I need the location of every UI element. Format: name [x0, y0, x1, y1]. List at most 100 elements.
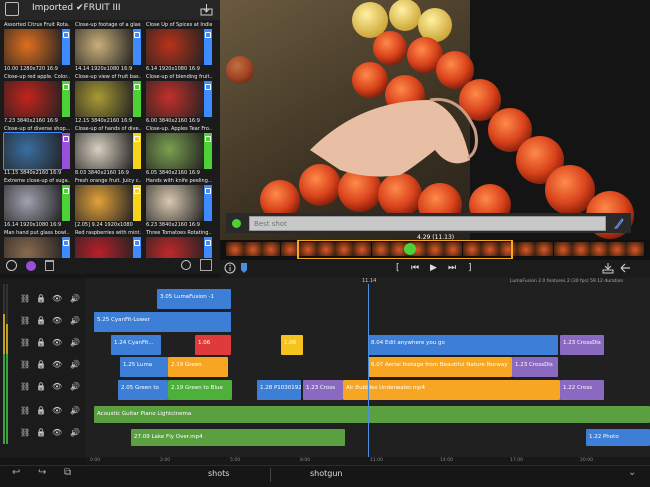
library-clip-tile[interactable]: Close Up of Spices at Indian... 6.14 1920…	[146, 22, 212, 74]
redo-icon[interactable]: ↪	[38, 467, 46, 478]
lock-icon[interactable]: 🔒	[36, 406, 46, 415]
timeline-clip[interactable]: 1.24 CyanFit...	[111, 335, 161, 355]
playhead[interactable]	[368, 284, 369, 458]
clip-title: Close-up of blending fruit...	[146, 74, 212, 80]
timeline-clip[interactable]: 1.23 CrossDis	[560, 335, 604, 355]
timeline-clip[interactable]: 5.25 CyanFit-Lower	[94, 312, 231, 332]
skip-back-button[interactable]: ⏮	[411, 262, 419, 274]
prev-frame-button[interactable]: [	[396, 262, 400, 274]
skip-forward-button[interactable]: ⏭	[448, 262, 456, 274]
used-marker-icon	[63, 136, 69, 142]
info-icon[interactable]	[224, 262, 236, 274]
timeline-clip[interactable]: Acoustic Guitar Piano Lightcinema	[94, 406, 650, 423]
lock-icon[interactable]: 🔒	[36, 428, 46, 437]
library-clip-tile[interactable]: Red raspberries with mint...	[75, 230, 141, 282]
speaker-icon[interactable]: 🔊	[70, 406, 80, 415]
timeline-clip[interactable]: 27.09 Lake Fly Over.mp4	[131, 429, 345, 446]
search-icon[interactable]	[181, 260, 191, 270]
eye-icon[interactable]: 👁	[52, 316, 62, 325]
eye-icon[interactable]: 👁	[52, 428, 62, 437]
speaker-icon[interactable]: 🔊	[70, 294, 80, 303]
link-icon[interactable]: ⛓	[20, 428, 30, 437]
export-icon[interactable]	[602, 262, 614, 274]
undo-icon[interactable]	[619, 262, 631, 274]
timeline-clip[interactable]: 1.22 Cross	[560, 380, 604, 400]
library-clip-tile[interactable]: Hands with knife peeling... 6.23 3840x216…	[146, 178, 212, 230]
speaker-icon[interactable]: 🔊	[70, 360, 80, 369]
eye-icon[interactable]: 👁	[52, 294, 62, 303]
lock-icon[interactable]: 🔒	[36, 294, 46, 303]
filmstrip-playhead-icon[interactable]	[404, 243, 416, 255]
library-clip-tile[interactable]: Close-up red apple. Color... 7.23 3840x21…	[4, 74, 70, 126]
timeline-clip[interactable]: 1.25 Luma	[120, 357, 168, 377]
timeline-clip[interactable]: 3.05 LumaFusion -1	[157, 289, 231, 309]
marker-icon[interactable]	[240, 262, 248, 274]
eye-icon[interactable]: 👁	[52, 382, 62, 391]
timeline-clip[interactable]: 2.05 Green to	[118, 380, 168, 400]
timeline-clip[interactable]: 8.04 Edit anywhere you go	[368, 335, 558, 355]
eye-icon[interactable]: 👁	[52, 338, 62, 347]
eye-icon[interactable]: 👁	[52, 360, 62, 369]
tab-shotgun[interactable]: shotgun	[310, 469, 343, 478]
link-icon[interactable]: ⛓	[20, 360, 30, 369]
timeline-clip[interactable]: 2.19 Green to Blue	[168, 380, 232, 400]
link-icon[interactable]: ⛓	[20, 316, 30, 325]
clip-title: Hands with knife peeling...	[146, 178, 212, 184]
color-label-icon[interactable]	[232, 219, 241, 228]
library-clip-tile[interactable]: Three Tomatoes Rotating...	[146, 230, 212, 282]
lumafusion-app: Imported ✔FRUIT III Assorted Citrus Frui…	[0, 0, 650, 487]
speaker-icon[interactable]: 🔊	[70, 382, 80, 391]
library-clip-tile[interactable]: Close-up of hands of dive... 8.03 3840x21…	[75, 126, 141, 178]
color-tag-icon[interactable]	[26, 261, 36, 271]
speaker-icon[interactable]: 🔊	[70, 428, 80, 437]
chevron-down-icon[interactable]: ⌄	[628, 467, 636, 478]
copy-icon[interactable]: ⧉	[64, 467, 71, 478]
library-clip-tile[interactable]: Extreme close-up of suga... 16.14 1920x10…	[4, 178, 70, 230]
speaker-icon[interactable]: 🔊	[70, 316, 80, 325]
lock-icon[interactable]: 🔒	[36, 382, 46, 391]
link-icon[interactable]: ⛓	[20, 406, 30, 415]
timeline-clip[interactable]: 1.23 CrossDis	[512, 357, 558, 377]
timeline-clip[interactable]: 1.06	[281, 335, 303, 355]
library-clip-tile[interactable]: Close-up of blending fruit... 6.00 3840x2…	[146, 74, 212, 126]
select-check-icon[interactable]	[6, 260, 17, 271]
pencil-icon[interactable]	[614, 217, 624, 229]
preview-viewer[interactable]	[220, 0, 650, 240]
library-clip-tile[interactable]: Close-up footage of a glass... 14.14 1920…	[75, 22, 141, 74]
library-clip-tile[interactable]: Close-up of diverse shop... 11.15 3840x21…	[3, 126, 70, 178]
timeline-clip[interactable]: 2.19 Green	[168, 357, 228, 377]
link-icon[interactable]: ⛓	[20, 382, 30, 391]
library-clip-tile[interactable]: Fresh orange fruit. Juicy c... [2.05] 9.2…	[75, 178, 141, 230]
library-back-icon[interactable]	[5, 2, 19, 16]
lock-icon[interactable]: 🔒	[36, 338, 46, 347]
library-clip-tile[interactable]: Close-up. Apples Tear Fro... 6.05 3840x21…	[146, 126, 212, 178]
undo-icon[interactable]: ↩	[12, 467, 20, 478]
eye-icon[interactable]: 👁	[52, 406, 62, 415]
clip-label-input[interactable]	[249, 216, 606, 231]
import-icon[interactable]	[200, 3, 213, 16]
library-clip-tile[interactable]: Man hand put glass bowl...	[4, 230, 70, 282]
play-button[interactable]: ▶	[430, 262, 437, 274]
used-marker-icon	[63, 240, 69, 246]
timeline-clip[interactable]: 6.07 Aerial footage from Beautiful Natur…	[368, 357, 512, 377]
timeline-clip[interactable]: 1.28 P1030192	[257, 380, 301, 400]
speaker-icon[interactable]: 🔊	[70, 338, 80, 347]
lock-icon[interactable]: 🔒	[36, 316, 46, 325]
timeline-ruler[interactable]	[86, 457, 650, 465]
timeline-clip[interactable]: Air Bubbles Underwater.mp4	[343, 380, 560, 400]
timeline-clip[interactable]: 1.23 Cross	[303, 380, 343, 400]
timeline-clip[interactable]: 1.06	[195, 335, 231, 355]
library-clip-tile[interactable]: Close-up view of fruit bas... 12.15 3840x…	[75, 74, 141, 126]
link-icon[interactable]: ⛓	[20, 294, 30, 303]
tab-shots[interactable]: shots	[208, 469, 229, 478]
trash-icon[interactable]	[45, 260, 54, 271]
sort-icon[interactable]	[200, 259, 212, 271]
timeline-clip[interactable]: 1.22 Photo	[586, 429, 650, 446]
next-frame-button[interactable]: ]	[468, 262, 472, 274]
library-clip-tile[interactable]: Assorted Citrus Fruit Rota... 10.00 1280x…	[4, 22, 70, 74]
link-icon[interactable]: ⛓	[20, 338, 30, 347]
clip-thumbnail	[4, 81, 62, 117]
lock-icon[interactable]: 🔒	[36, 360, 46, 369]
clip-meta: 14.14 1920x1080 16:9	[75, 66, 133, 72]
clip-color-tag	[133, 81, 141, 117]
